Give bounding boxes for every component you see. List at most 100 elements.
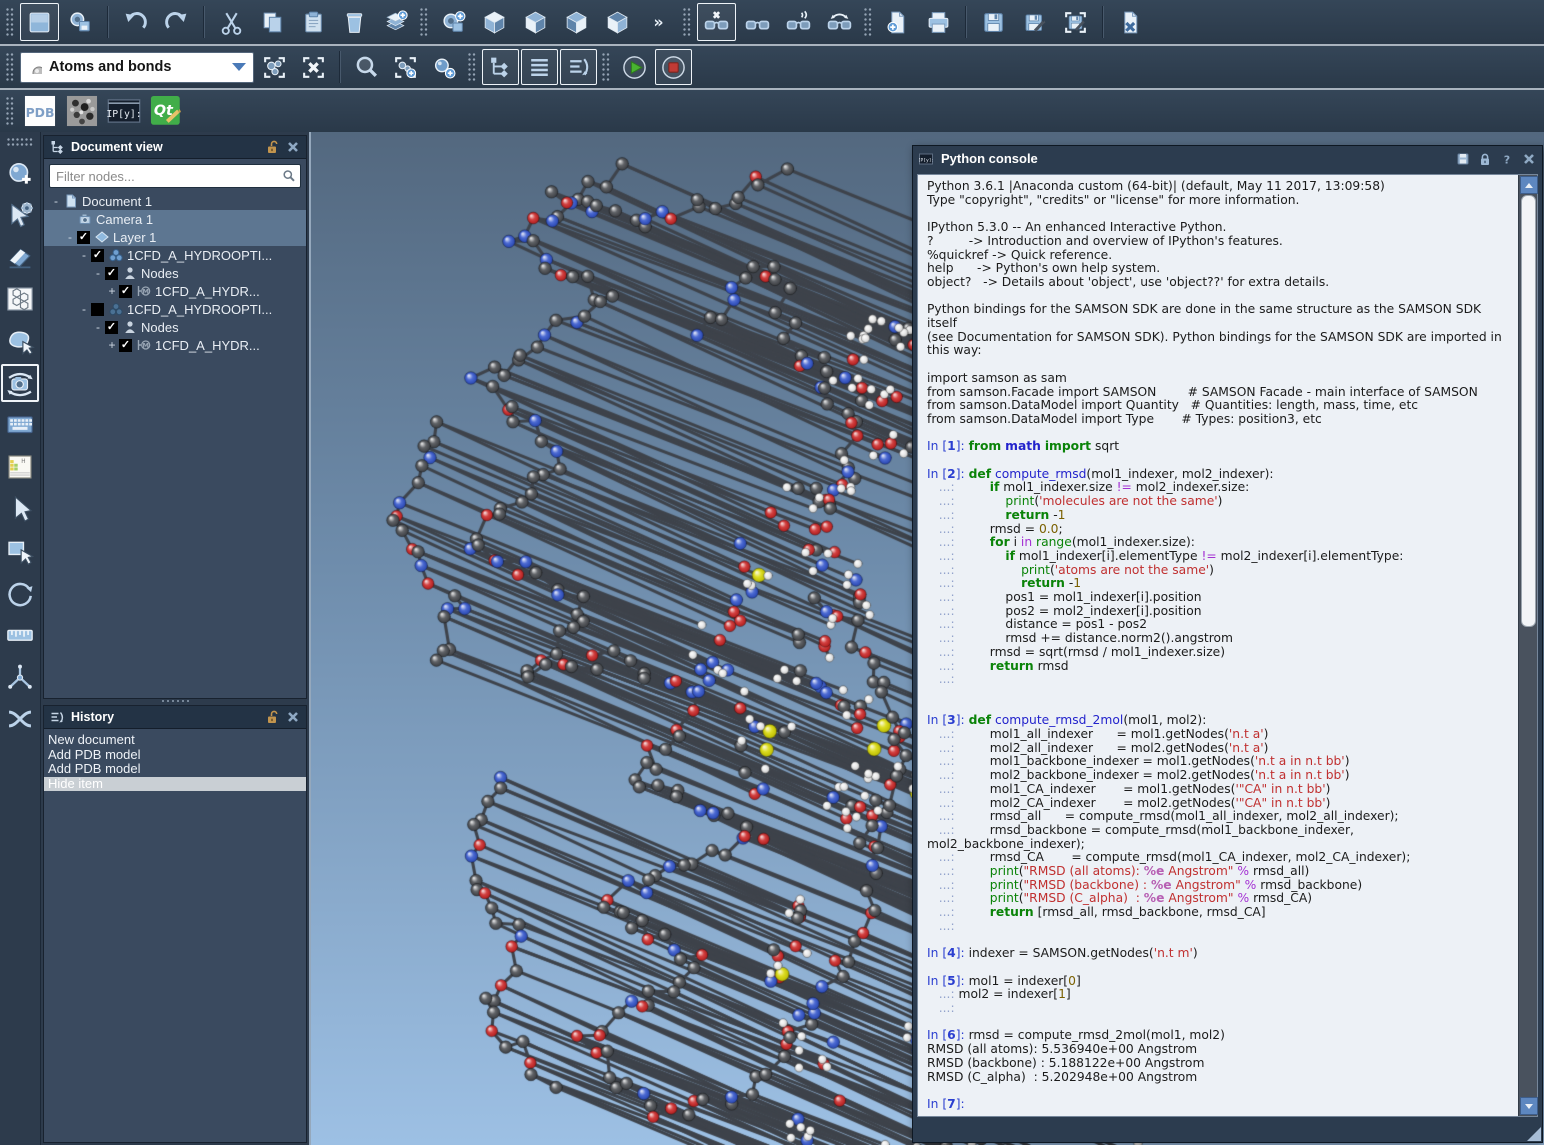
tree-row[interactable]: -1CFD_A_HYDROOPTI... xyxy=(44,300,306,318)
atom-add-button[interactable] xyxy=(426,49,463,85)
close-icon[interactable] xyxy=(286,710,300,724)
play-button[interactable] xyxy=(616,49,653,85)
history-item[interactable]: Add PDB model xyxy=(44,748,306,763)
toolbar-grip[interactable] xyxy=(420,8,429,36)
delete-button[interactable] xyxy=(335,3,374,41)
close-icon[interactable] xyxy=(286,710,300,724)
expand-toggle[interactable]: + xyxy=(106,339,118,351)
save-all-button[interactable] xyxy=(1056,3,1095,41)
panel-splitter[interactable] xyxy=(41,698,309,704)
history-item[interactable]: New document xyxy=(44,733,306,748)
pdb-button[interactable]: PDB xyxy=(20,92,60,130)
toolbar-grip[interactable] xyxy=(468,53,477,81)
view-list-button[interactable] xyxy=(521,49,558,85)
lock-icon[interactable] xyxy=(1478,152,1492,166)
glasses-hide-button[interactable] xyxy=(697,3,736,41)
view-tree-button[interactable] xyxy=(482,49,519,85)
tree-row[interactable]: -✓Nodes xyxy=(44,264,306,282)
sidebar-grip[interactable] xyxy=(7,138,33,148)
add-camera-button[interactable] xyxy=(434,3,473,41)
periodic-table-tool[interactable]: H xyxy=(1,448,39,486)
document-close-button[interactable] xyxy=(1111,3,1150,41)
visibility-checkbox[interactable]: ✓ xyxy=(119,339,132,352)
unlock-icon[interactable] xyxy=(265,140,279,154)
glasses-swap-button[interactable] xyxy=(820,3,859,41)
cut-button[interactable] xyxy=(212,3,251,41)
toolbar-grip[interactable] xyxy=(6,53,15,81)
tree-row[interactable]: -✓Layer 1 xyxy=(44,228,306,246)
close-icon[interactable] xyxy=(286,140,300,154)
scroll-down-button[interactable] xyxy=(1520,1097,1538,1115)
camera-orbit-tool[interactable] xyxy=(1,364,39,402)
collapse-toggle[interactable]: - xyxy=(92,267,104,279)
close-icon[interactable] xyxy=(1522,152,1536,166)
chevron-more-button[interactable]: » xyxy=(639,3,678,41)
resize-grip[interactable] xyxy=(1527,1127,1541,1141)
print-button[interactable] xyxy=(919,3,958,41)
view-history-button[interactable] xyxy=(560,49,597,85)
select-group-button[interactable] xyxy=(256,49,293,85)
cube-view-a-button[interactable] xyxy=(475,3,514,41)
deselect-group-button[interactable] xyxy=(295,49,332,85)
document-new-button[interactable] xyxy=(878,3,917,41)
visibility-checkbox[interactable]: ✓ xyxy=(77,231,90,244)
cube-view-b-button[interactable] xyxy=(516,3,555,41)
copy-button[interactable] xyxy=(253,3,292,41)
console-scrollbar[interactable] xyxy=(1518,175,1537,1116)
unlock-icon[interactable] xyxy=(265,140,279,154)
shape-select-tool[interactable] xyxy=(1,322,39,360)
group-add-button[interactable] xyxy=(387,49,424,85)
scroll-up-button[interactable] xyxy=(1520,176,1538,194)
toolbar-grip[interactable] xyxy=(864,8,873,36)
selection-filter-combo[interactable]: Atoms and bonds xyxy=(20,52,254,83)
tree-row[interactable]: Camera 1 xyxy=(44,210,306,228)
console-output[interactable]: Python 3.6.1 |Anaconda custom (64-bit)| … xyxy=(918,175,1519,1116)
save-icon[interactable] xyxy=(1456,152,1470,166)
save-button[interactable] xyxy=(974,3,1013,41)
close-icon[interactable] xyxy=(286,140,300,154)
scroll-thumb[interactable] xyxy=(1521,195,1536,627)
densities-button[interactable] xyxy=(62,92,102,130)
history-item[interactable]: Hide item xyxy=(44,777,306,792)
help-icon[interactable]: ? xyxy=(1500,152,1514,166)
tree-row[interactable]: -✓1CFD_A_HYDROOPTI... xyxy=(44,246,306,264)
measure-ruler-tool[interactable] xyxy=(1,616,39,654)
save-icon[interactable] xyxy=(1456,152,1470,166)
qt-button[interactable]: Qt xyxy=(146,92,186,130)
eraser-tool[interactable] xyxy=(1,238,39,276)
unlock-icon[interactable] xyxy=(265,710,279,724)
paste-button[interactable] xyxy=(294,3,333,41)
tree-row[interactable]: +✓M1CFD_A_HYDR... xyxy=(44,336,306,354)
tree-row[interactable]: -✓Nodes xyxy=(44,318,306,336)
visibility-checkbox[interactable]: ✓ xyxy=(119,285,132,298)
collapse-toggle[interactable]: - xyxy=(64,231,76,243)
keyboard-shortcuts-tool[interactable] xyxy=(1,406,39,444)
toolbar-grip[interactable] xyxy=(683,8,692,36)
atom-create-tool[interactable] xyxy=(1,154,39,192)
history-item[interactable]: Add PDB model xyxy=(44,762,306,777)
pointer-select-tool[interactable] xyxy=(1,490,39,528)
lattice-creator-tool[interactable] xyxy=(1,280,39,318)
visibility-checkbox[interactable]: ✓ xyxy=(91,249,104,262)
tree-row[interactable]: +✓M1CFD_A_HYDR... xyxy=(44,282,306,300)
save-as-button[interactable] xyxy=(1015,3,1054,41)
filter-nodes-input[interactable] xyxy=(54,168,282,185)
lock-icon[interactable] xyxy=(1478,152,1492,166)
collapse-toggle[interactable]: - xyxy=(78,303,90,315)
unlock-icon[interactable] xyxy=(265,710,279,724)
new-document-button[interactable] xyxy=(20,3,59,41)
tree-row[interactable]: -Document 1 xyxy=(44,192,306,210)
visibility-checkbox[interactable] xyxy=(91,303,104,316)
zoom-select-button[interactable] xyxy=(348,49,385,85)
expand-toggle[interactable]: + xyxy=(106,285,118,297)
visibility-checkbox[interactable]: ✓ xyxy=(105,321,118,334)
glasses-show-button[interactable] xyxy=(738,3,777,41)
toolbar-grip[interactable] xyxy=(6,97,15,125)
close-icon[interactable] xyxy=(1522,152,1536,166)
save-camera-button[interactable] xyxy=(61,3,100,41)
pointer-settings-tool[interactable] xyxy=(1,196,39,234)
redo-button[interactable] xyxy=(157,3,196,41)
toolbar-grip[interactable] xyxy=(6,8,15,36)
axes-tool-tool[interactable] xyxy=(1,658,39,696)
help-icon[interactable]: ? xyxy=(1500,152,1514,166)
